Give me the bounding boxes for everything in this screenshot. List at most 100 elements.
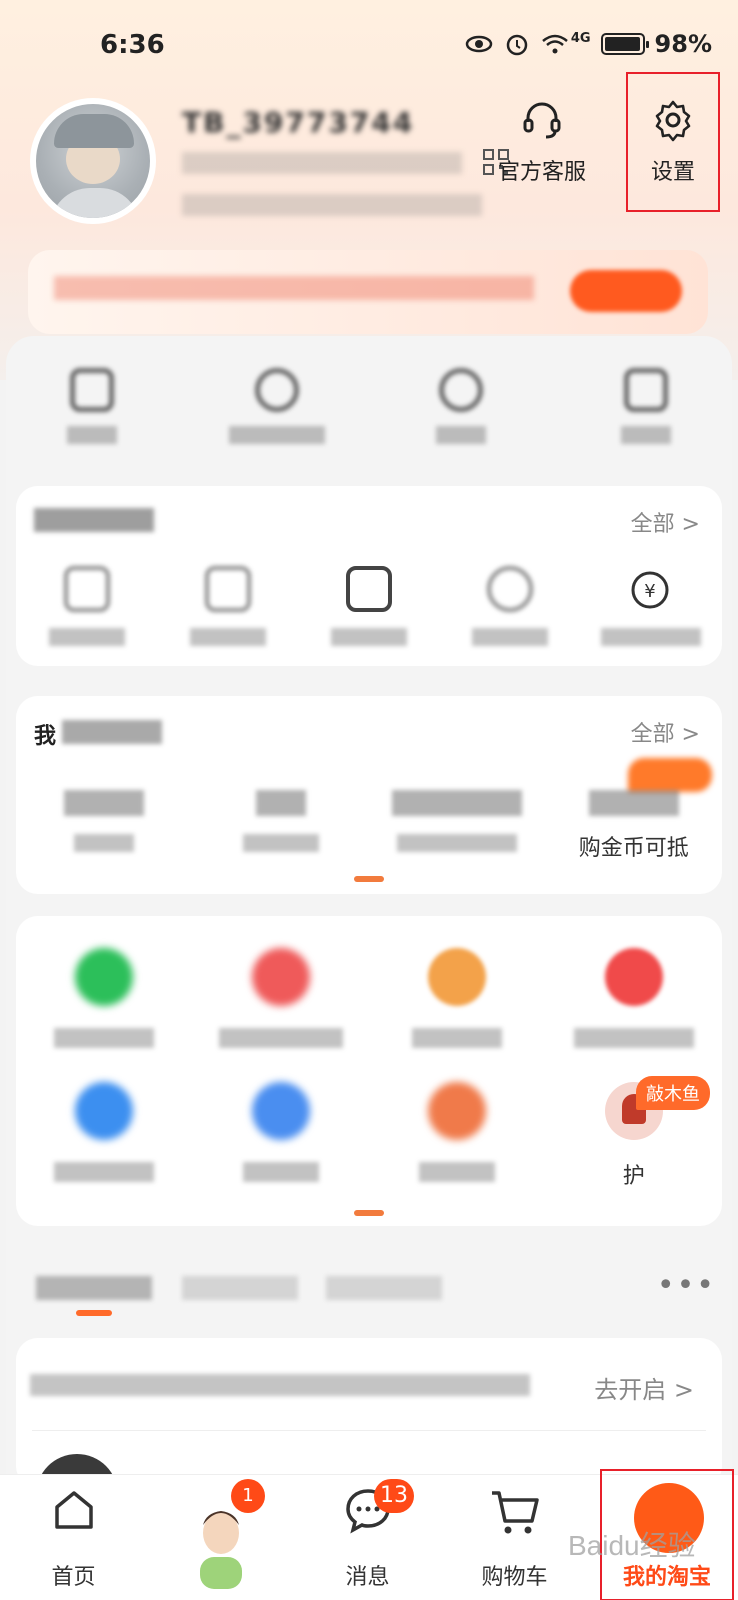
page-indicator xyxy=(354,1210,384,1216)
service-item[interactable] xyxy=(16,1082,193,1190)
nav-avatar[interactable]: 1 xyxy=(147,1475,294,1600)
order-status-item[interactable] xyxy=(157,566,298,646)
pending-receive-icon xyxy=(346,566,392,612)
service-icon xyxy=(75,948,134,1006)
quick-link-label xyxy=(620,426,671,444)
promo-banner[interactable] xyxy=(28,250,708,334)
services-card: 护 敲木鱼 xyxy=(16,916,722,1226)
order-status-label xyxy=(601,628,702,646)
feed-tabs: ••• xyxy=(36,1271,716,1316)
tab-underline xyxy=(76,1310,112,1316)
order-status-label xyxy=(48,628,125,646)
profile-header: TB_39773744 官方客服 设置 xyxy=(30,72,720,238)
banner-text xyxy=(54,276,534,300)
nav-cart[interactable]: 购物车 xyxy=(441,1475,588,1600)
service-icon xyxy=(75,1082,134,1140)
asset-item[interactable] xyxy=(193,790,370,862)
battery-percent: 98% xyxy=(654,30,712,58)
service-item[interactable] xyxy=(546,948,723,1048)
tab-feed-2[interactable] xyxy=(182,1276,298,1300)
assets-view-all[interactable]: 全部 > xyxy=(631,716,700,748)
battery-icon xyxy=(600,33,649,55)
order-status-label xyxy=(472,628,549,646)
order-status-item[interactable] xyxy=(16,566,157,646)
asset-item[interactable]: 购金币可抵 xyxy=(546,790,723,862)
asset-label xyxy=(397,834,518,852)
tab-feed-1[interactable] xyxy=(36,1276,152,1300)
order-status-item[interactable] xyxy=(440,566,581,646)
quick-link-label xyxy=(67,426,118,444)
service-label: 护 xyxy=(622,1164,645,1189)
refund-icon: ¥ xyxy=(631,571,669,609)
settings-button[interactable]: 设置 xyxy=(626,72,720,212)
orders-card: 全部 > ¥ xyxy=(16,486,722,666)
orders-view-all[interactable]: 全部 > xyxy=(631,506,700,538)
order-status-label xyxy=(189,628,266,646)
order-status-item[interactable]: ¥ xyxy=(581,566,722,646)
headset-icon xyxy=(523,102,561,139)
quick-link-label xyxy=(228,426,325,444)
asset-value xyxy=(588,790,679,816)
profile-stats xyxy=(182,194,482,216)
service-item[interactable] xyxy=(369,948,546,1048)
notification-card: 去开启 > xyxy=(16,1338,722,1536)
service-label xyxy=(419,1162,496,1182)
service-icon xyxy=(428,1082,487,1140)
service-item[interactable] xyxy=(369,1082,546,1190)
coupon-icon xyxy=(623,368,668,412)
muyu-badge: 敲木鱼 xyxy=(636,1076,710,1110)
wifi-icon xyxy=(542,34,568,54)
user-avatar[interactable] xyxy=(30,98,156,224)
nav-home[interactable]: 首页 xyxy=(0,1475,147,1600)
cart-icon xyxy=(491,1491,539,1534)
assets-title: 我 xyxy=(34,724,57,749)
quick-link-coupons[interactable] xyxy=(554,368,738,468)
home-icon xyxy=(54,1491,93,1529)
pending-ship-icon xyxy=(204,566,251,612)
nav-message-label: 消息 xyxy=(345,1565,390,1590)
banner-button[interactable] xyxy=(570,270,682,312)
clock-icon xyxy=(439,368,484,412)
service-label xyxy=(218,1028,343,1048)
asset-label xyxy=(242,834,319,852)
quick-links xyxy=(0,368,738,468)
service-icon xyxy=(428,948,487,1006)
star-icon xyxy=(70,368,115,412)
service-label xyxy=(573,1028,694,1048)
status-icons: 4G 98% xyxy=(465,30,712,58)
notification-text xyxy=(30,1374,530,1396)
customer-service-button[interactable]: 官方客服 xyxy=(492,98,592,186)
message-badge: 13 xyxy=(374,1479,414,1513)
quick-link-history[interactable] xyxy=(369,368,554,468)
enable-button[interactable]: 去开启 > xyxy=(594,1370,694,1405)
nav-message[interactable]: 13 消息 xyxy=(294,1475,441,1600)
account-subtitle xyxy=(182,152,462,174)
asset-value xyxy=(392,790,523,816)
alarm-icon xyxy=(506,34,528,56)
quick-link-follow[interactable] xyxy=(185,368,370,468)
asset-label xyxy=(74,834,135,852)
asset-label: 购金币可抵 xyxy=(578,836,689,861)
service-label xyxy=(242,1162,319,1182)
service-item[interactable] xyxy=(193,1082,370,1190)
username[interactable]: TB_39773744 xyxy=(182,106,414,139)
asset-item[interactable] xyxy=(16,790,193,862)
asset-item[interactable] xyxy=(369,790,546,862)
asset-value xyxy=(64,790,145,816)
order-status-label xyxy=(331,628,407,646)
review-icon xyxy=(487,566,534,612)
tab-feed-3[interactable] xyxy=(326,1276,442,1300)
assets-card: 我 全部 > 购金币可抵 xyxy=(16,696,722,894)
service-label xyxy=(54,1028,155,1048)
network-label: 4G xyxy=(570,30,591,46)
more-icon[interactable]: ••• xyxy=(657,1271,716,1301)
gear-icon xyxy=(655,100,691,142)
service-item[interactable] xyxy=(193,948,370,1048)
quick-link-favorites[interactable] xyxy=(0,368,185,468)
service-item[interactable] xyxy=(16,948,193,1048)
assets-title-blur xyxy=(62,720,162,744)
nav-home-label: 首页 xyxy=(51,1565,96,1590)
divider xyxy=(32,1430,706,1431)
order-status-item[interactable] xyxy=(298,566,439,646)
eye-icon xyxy=(465,35,493,53)
